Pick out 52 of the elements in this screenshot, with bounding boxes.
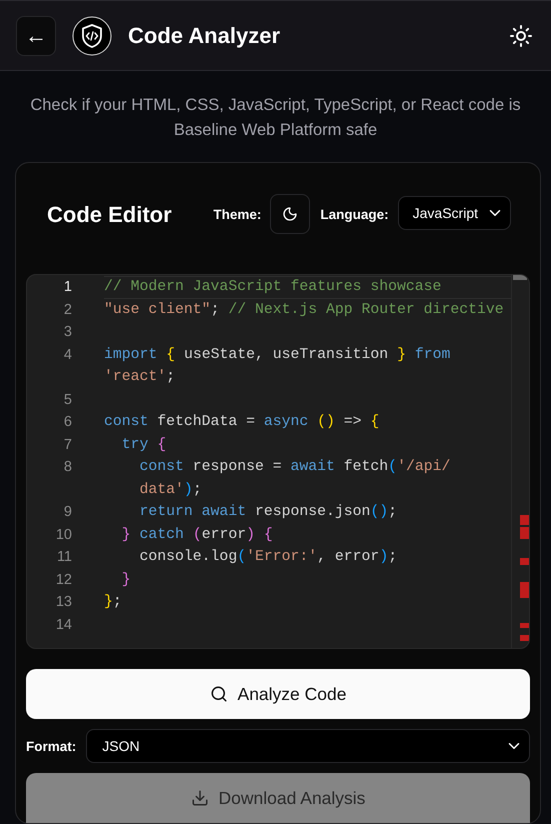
line-number: 2 [62, 300, 72, 320]
sun-icon [509, 24, 533, 48]
line-number: 13 [54, 593, 72, 612]
language-select[interactable]: JavaScript [398, 196, 511, 230]
line-number: 6 [62, 413, 72, 432]
search-icon [210, 685, 228, 703]
line-number: 9 [62, 503, 72, 522]
code-line: // Modern JavaScript features showcase [104, 278, 442, 297]
theme-label: Theme: [213, 207, 262, 222]
error-marker [520, 623, 529, 628]
code-line: try { [120, 436, 168, 454]
code-line: return await response.json(); [138, 503, 398, 522]
error-marker [520, 558, 529, 565]
line-number: 10 [54, 526, 72, 544]
moon-icon [282, 206, 298, 222]
line-number: 11 [56, 548, 72, 567]
error-marker [520, 635, 529, 641]
line-number: 14 [54, 616, 72, 634]
code-editor[interactable] [26, 274, 530, 649]
back-button[interactable]: ← [16, 16, 56, 56]
error-marker [520, 527, 529, 539]
subtitle: Check if your HTML, CSS, JavaScript, TypeScript, or React code is Baseline Web Platform safe [29, 95, 522, 141]
code-line: } catch (error) { [120, 526, 274, 544]
shield-code-logo-icon [72, 16, 112, 56]
code-line: } [120, 570, 132, 590]
code-line: const response = await fetch('/api/ [138, 458, 452, 477]
format-select[interactable]: JSON [86, 729, 530, 763]
scrollbar-thumb[interactable] [513, 275, 527, 280]
analyze-code-button[interactable]: Analyze Code [26, 669, 530, 719]
code-line: const fetchData = async () => { [104, 413, 380, 432]
error-marker [520, 582, 529, 598]
app-title: Code Analyzer [128, 22, 282, 48]
code-line: }; [104, 593, 123, 612]
line-number: 12 [54, 570, 72, 590]
line-number: 4 [62, 346, 72, 364]
language-label: Language: [320, 207, 389, 222]
line-number: 3 [62, 323, 72, 342]
download-icon [190, 789, 209, 807]
line-number: 1 [62, 278, 72, 297]
code-line: 'react'; [104, 368, 176, 387]
format-label: Format: [25, 738, 76, 754]
error-marker [520, 515, 529, 525]
line-number: 7 [62, 436, 72, 454]
code-line: data'); [138, 480, 203, 500]
code-line: "use client"; // Next.js App Router directive [104, 300, 505, 320]
editor-theme-button[interactable] [270, 194, 310, 234]
theme-toggle-button[interactable] [509, 24, 533, 48]
line-number: 5 [62, 390, 72, 410]
line-number: 8 [62, 458, 72, 477]
code-line: import { useState, useTransition } from [104, 346, 452, 364]
card-title: Code Editor [47, 202, 173, 228]
code-line: console.log('Error:', error); [138, 548, 398, 567]
